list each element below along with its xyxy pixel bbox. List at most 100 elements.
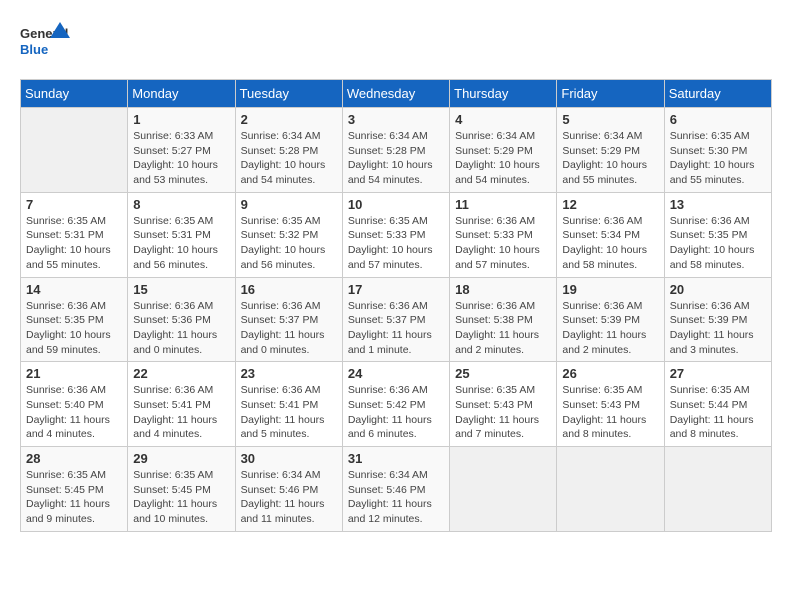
day-cell: 7 Sunrise: 6:35 AMSunset: 5:31 PMDaylight… <box>21 192 128 277</box>
day-detail: Sunrise: 6:35 AMSunset: 5:43 PMDaylight:… <box>562 383 658 442</box>
day-cell: 11Sunrise: 6:36 AMSunset: 5:33 PMDayligh… <box>450 192 557 277</box>
day-cell: 17 Sunrise: 6:36 AMSunset: 5:37 PMDayligh… <box>342 277 449 362</box>
day-cell: 13 Sunrise: 6:36 AMSunset: 5:35 PMDayligh… <box>664 192 771 277</box>
day-number: 28 <box>26 451 122 466</box>
day-number: 20 <box>670 282 766 297</box>
day-detail: Sunrise: 6:35 AMSunset: 5:33 PMDaylight:… <box>348 214 444 273</box>
day-detail: Sunrise: 6:36 AMSunset: 5:35 PMDaylight:… <box>670 214 766 273</box>
day-cell: 22 Sunrise: 6:36 AMSunset: 5:41 PMDayligh… <box>128 362 235 447</box>
day-detail: Sunrise: 6:34 AMSunset: 5:46 PMDaylight:… <box>348 468 444 527</box>
week-row-2: 7 Sunrise: 6:35 AMSunset: 5:31 PMDaylight… <box>21 192 772 277</box>
day-cell <box>664 447 771 532</box>
day-number: 30 <box>241 451 337 466</box>
day-number: 19 <box>562 282 658 297</box>
day-cell: 3Sunrise: 6:34 AMSunset: 5:28 PMDaylight… <box>342 108 449 193</box>
day-detail: Sunrise: 6:36 AMSunset: 5:35 PMDaylight:… <box>26 299 122 358</box>
day-number: 14 <box>26 282 122 297</box>
day-detail: Sunrise: 6:36 AMSunset: 5:38 PMDaylight:… <box>455 299 551 358</box>
header-day-friday: Friday <box>557 80 664 108</box>
day-detail: Sunrise: 6:36 AMSunset: 5:37 PMDaylight:… <box>348 299 444 358</box>
day-detail: Sunrise: 6:34 AMSunset: 5:28 PMDaylight:… <box>348 129 444 188</box>
day-cell: 23 Sunrise: 6:36 AMSunset: 5:41 PMDayligh… <box>235 362 342 447</box>
day-cell: 19 Sunrise: 6:36 AMSunset: 5:39 PMDayligh… <box>557 277 664 362</box>
day-detail: Sunrise: 6:36 AMSunset: 5:41 PMDaylight:… <box>241 383 337 442</box>
day-cell: 14 Sunrise: 6:36 AMSunset: 5:35 PMDayligh… <box>21 277 128 362</box>
day-cell: 12 Sunrise: 6:36 AMSunset: 5:34 PMDayligh… <box>557 192 664 277</box>
day-detail: Sunrise: 6:35 AMSunset: 5:45 PMDaylight:… <box>26 468 122 527</box>
day-cell: 31 Sunrise: 6:34 AMSunset: 5:46 PMDayligh… <box>342 447 449 532</box>
day-number: 6 <box>670 112 766 127</box>
day-cell: 8Sunrise: 6:35 AMSunset: 5:31 PMDaylight… <box>128 192 235 277</box>
day-cell: 18 Sunrise: 6:36 AMSunset: 5:38 PMDayligh… <box>450 277 557 362</box>
day-number: 18 <box>455 282 551 297</box>
day-cell: 25 Sunrise: 6:35 AMSunset: 5:43 PMDayligh… <box>450 362 557 447</box>
day-cell: 20 Sunrise: 6:36 AMSunset: 5:39 PMDayligh… <box>664 277 771 362</box>
day-number: 31 <box>348 451 444 466</box>
day-number: 23 <box>241 366 337 381</box>
header-day-monday: Monday <box>128 80 235 108</box>
day-detail: Sunrise: 6:35 AMSunset: 5:32 PMDaylight:… <box>241 214 337 273</box>
day-number: 16 <box>241 282 337 297</box>
day-detail: Sunrise: 6:36 AMSunset: 5:39 PMDaylight:… <box>562 299 658 358</box>
day-number: 1 <box>133 112 229 127</box>
day-cell: 9 Sunrise: 6:35 AMSunset: 5:32 PMDaylight… <box>235 192 342 277</box>
day-cell: 21Sunrise: 6:36 AMSunset: 5:40 PMDayligh… <box>21 362 128 447</box>
day-number: 17 <box>348 282 444 297</box>
day-number: 8 <box>133 197 229 212</box>
day-cell: 15 Sunrise: 6:36 AMSunset: 5:36 PMDayligh… <box>128 277 235 362</box>
week-row-4: 21Sunrise: 6:36 AMSunset: 5:40 PMDayligh… <box>21 362 772 447</box>
logo: General Blue <box>20 20 70 64</box>
header-day-saturday: Saturday <box>664 80 771 108</box>
day-number: 11 <box>455 197 551 212</box>
day-cell: 5Sunrise: 6:34 AMSunset: 5:29 PMDaylight… <box>557 108 664 193</box>
day-detail: Sunrise: 6:36 AMSunset: 5:41 PMDaylight:… <box>133 383 229 442</box>
day-detail: Sunrise: 6:35 AMSunset: 5:31 PMDaylight:… <box>26 214 122 273</box>
day-number: 25 <box>455 366 551 381</box>
day-cell: 4Sunrise: 6:34 AMSunset: 5:29 PMDaylight… <box>450 108 557 193</box>
day-detail: Sunrise: 6:36 AMSunset: 5:34 PMDaylight:… <box>562 214 658 273</box>
day-detail: Sunrise: 6:35 AMSunset: 5:43 PMDaylight:… <box>455 383 551 442</box>
day-number: 13 <box>670 197 766 212</box>
day-number: 9 <box>241 197 337 212</box>
day-detail: Sunrise: 6:34 AMSunset: 5:28 PMDaylight:… <box>241 129 337 188</box>
day-cell: 28 Sunrise: 6:35 AMSunset: 5:45 PMDayligh… <box>21 447 128 532</box>
day-number: 24 <box>348 366 444 381</box>
day-detail: Sunrise: 6:34 AMSunset: 5:29 PMDaylight:… <box>562 129 658 188</box>
day-number: 22 <box>133 366 229 381</box>
svg-text:Blue: Blue <box>20 42 48 57</box>
day-cell: 29Sunrise: 6:35 AMSunset: 5:45 PMDayligh… <box>128 447 235 532</box>
day-cell: 6Sunrise: 6:35 AMSunset: 5:30 PMDaylight… <box>664 108 771 193</box>
header-row: SundayMondayTuesdayWednesdayThursdayFrid… <box>21 80 772 108</box>
day-detail: Sunrise: 6:36 AMSunset: 5:37 PMDaylight:… <box>241 299 337 358</box>
header-day-tuesday: Tuesday <box>235 80 342 108</box>
calendar-table: SundayMondayTuesdayWednesdayThursdayFrid… <box>20 79 772 532</box>
day-number: 7 <box>26 197 122 212</box>
day-number: 21 <box>26 366 122 381</box>
day-cell <box>450 447 557 532</box>
day-number: 10 <box>348 197 444 212</box>
logo-svg: General Blue <box>20 20 70 64</box>
week-row-3: 14 Sunrise: 6:36 AMSunset: 5:35 PMDayligh… <box>21 277 772 362</box>
day-cell: 26Sunrise: 6:35 AMSunset: 5:43 PMDayligh… <box>557 362 664 447</box>
day-cell: 30Sunrise: 6:34 AMSunset: 5:46 PMDayligh… <box>235 447 342 532</box>
week-row-1: 1 Sunrise: 6:33 AMSunset: 5:27 PMDaylight… <box>21 108 772 193</box>
day-number: 2 <box>241 112 337 127</box>
day-cell <box>557 447 664 532</box>
day-detail: Sunrise: 6:34 AMSunset: 5:29 PMDaylight:… <box>455 129 551 188</box>
day-number: 12 <box>562 197 658 212</box>
day-cell: 2 Sunrise: 6:34 AMSunset: 5:28 PMDaylight… <box>235 108 342 193</box>
day-cell: 10 Sunrise: 6:35 AMSunset: 5:33 PMDayligh… <box>342 192 449 277</box>
day-detail: Sunrise: 6:35 AMSunset: 5:44 PMDaylight:… <box>670 383 766 442</box>
day-cell: 1 Sunrise: 6:33 AMSunset: 5:27 PMDaylight… <box>128 108 235 193</box>
day-number: 15 <box>133 282 229 297</box>
day-detail: Sunrise: 6:36 AMSunset: 5:42 PMDaylight:… <box>348 383 444 442</box>
day-detail: Sunrise: 6:36 AMSunset: 5:36 PMDaylight:… <box>133 299 229 358</box>
day-detail: Sunrise: 6:33 AMSunset: 5:27 PMDaylight:… <box>133 129 229 188</box>
header-day-wednesday: Wednesday <box>342 80 449 108</box>
day-cell: 16 Sunrise: 6:36 AMSunset: 5:37 PMDayligh… <box>235 277 342 362</box>
day-detail: Sunrise: 6:35 AMSunset: 5:45 PMDaylight:… <box>133 468 229 527</box>
header-day-sunday: Sunday <box>21 80 128 108</box>
header-day-thursday: Thursday <box>450 80 557 108</box>
day-number: 27 <box>670 366 766 381</box>
day-detail: Sunrise: 6:36 AMSunset: 5:39 PMDaylight:… <box>670 299 766 358</box>
